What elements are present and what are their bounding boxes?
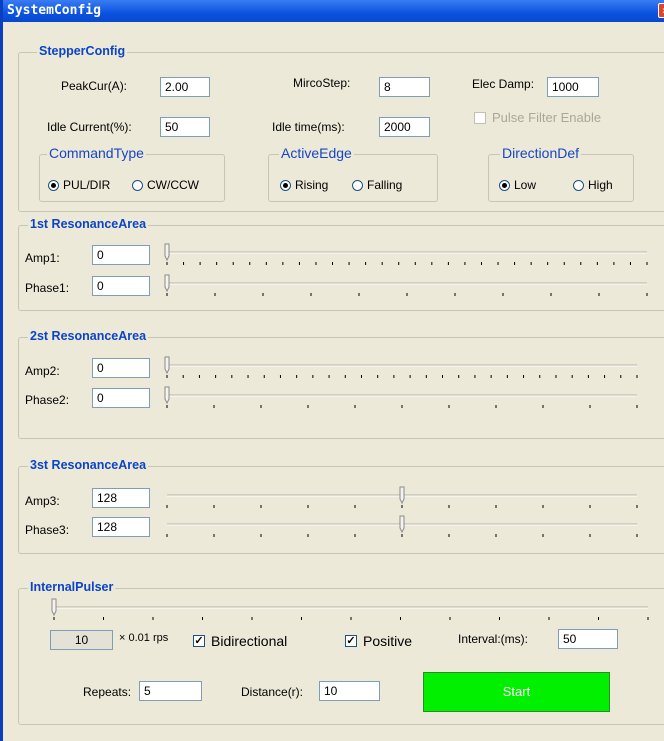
phase3-input[interactable]: 128 bbox=[92, 517, 150, 537]
rising-label: Rising bbox=[295, 178, 329, 192]
high-label: High bbox=[588, 178, 613, 192]
distance-input[interactable]: 10 bbox=[319, 681, 380, 701]
positive-checkbox[interactable]: ✓ Positive bbox=[345, 633, 412, 649]
phase1-label: Phase1: bbox=[25, 281, 70, 295]
rising-radio[interactable]: Rising bbox=[280, 178, 328, 192]
active-edge-title: ActiveEdge bbox=[279, 145, 354, 161]
amp3-label: Amp3: bbox=[25, 494, 60, 508]
pulse-filter-box bbox=[474, 111, 486, 124]
title-bar[interactable]: SystemConfig × bbox=[3, 0, 664, 22]
command-type-title: CommandType bbox=[47, 145, 146, 161]
cw-ccw-radio[interactable]: CW/CCW bbox=[132, 178, 199, 192]
amp1-label: Amp1: bbox=[25, 251, 60, 265]
peak-current-input[interactable]: 2.00 bbox=[160, 77, 210, 97]
cw-ccw-label: CW/CCW bbox=[147, 178, 199, 192]
high-radio-circle bbox=[573, 179, 584, 191]
idle-current-label: Idle Current(%): bbox=[47, 120, 132, 134]
resonance-3-title: 3st ResonanceArea bbox=[28, 458, 149, 472]
amp3-slider[interactable] bbox=[158, 486, 646, 518]
system-config-window: SystemConfig × StepperConfig PeakCur(A):… bbox=[0, 0, 664, 741]
bidirectional-box: ✓ bbox=[193, 635, 205, 647]
repeats-label: Repeats: bbox=[83, 685, 132, 699]
elec-damp-input[interactable]: 1000 bbox=[547, 77, 599, 97]
falling-radio-circle bbox=[352, 179, 363, 191]
falling-label: Falling bbox=[367, 178, 403, 192]
amp1-input[interactable]: 0 bbox=[92, 245, 150, 265]
low-label: Low bbox=[514, 178, 537, 192]
cw-ccw-radio-circle bbox=[132, 179, 143, 191]
high-radio[interactable]: High bbox=[573, 178, 613, 192]
phase1-input[interactable]: 0 bbox=[92, 276, 150, 296]
slider-thumb[interactable] bbox=[164, 386, 170, 405]
pulse-filter-label: Pulse Filter Enable bbox=[492, 110, 602, 125]
positive-label: Positive bbox=[363, 633, 413, 649]
speed-unit-label: × 0.01 rps bbox=[119, 632, 169, 644]
low-radio[interactable]: Low bbox=[499, 178, 536, 192]
slider-thumb[interactable] bbox=[164, 356, 170, 375]
slider-thumb[interactable] bbox=[51, 598, 57, 617]
amp2-input[interactable]: 0 bbox=[92, 358, 150, 378]
bidirectional-label: Bidirectional bbox=[211, 633, 288, 649]
slider-thumb[interactable] bbox=[399, 515, 405, 534]
low-radio-circle bbox=[499, 179, 510, 191]
idle-time-input[interactable]: 2000 bbox=[379, 117, 430, 137]
phase3-slider[interactable] bbox=[158, 515, 646, 547]
resonance-1-title: 1st ResonanceArea bbox=[28, 217, 149, 231]
amp3-input[interactable]: 128 bbox=[92, 488, 150, 508]
pul-dir-radio-circle bbox=[48, 179, 59, 191]
speed-value-box: 10 bbox=[50, 630, 113, 650]
idle-time-label: Idle time(ms): bbox=[272, 120, 345, 134]
amp2-slider[interactable] bbox=[158, 356, 646, 388]
speed-slider[interactable] bbox=[45, 598, 657, 630]
rising-radio-circle bbox=[280, 179, 291, 191]
interval-input[interactable]: 50 bbox=[558, 629, 618, 649]
resonance-2-title: 2st ResonanceArea bbox=[28, 329, 149, 343]
elec-damp-label: Elec Damp: bbox=[472, 77, 535, 91]
micro-step-input[interactable]: 8 bbox=[379, 77, 430, 97]
direction-def-title: DirectionDef bbox=[500, 145, 582, 161]
start-button[interactable]: Start bbox=[423, 672, 610, 712]
phase1-slider[interactable] bbox=[158, 274, 656, 306]
internal-pulser-title: InternalPulser bbox=[28, 580, 116, 594]
falling-radio[interactable]: Falling bbox=[352, 178, 402, 192]
phase2-input[interactable]: 0 bbox=[92, 388, 150, 408]
idle-current-input[interactable]: 50 bbox=[160, 117, 210, 137]
slider-thumb[interactable] bbox=[164, 243, 170, 262]
repeats-input[interactable]: 5 bbox=[139, 681, 202, 701]
bidirectional-checkbox[interactable]: ✓ Bidirectional bbox=[193, 633, 287, 649]
amp2-label: Amp2: bbox=[25, 364, 60, 378]
slider-thumb[interactable] bbox=[399, 486, 405, 505]
micro-step-label: MircoStep: bbox=[293, 76, 351, 90]
pul-dir-label: PUL/DIR bbox=[63, 178, 111, 192]
interval-label: Interval:(ms): bbox=[458, 632, 529, 646]
stepper-config-title: StepperConfig bbox=[37, 44, 128, 58]
positive-box: ✓ bbox=[345, 635, 357, 647]
pulse-filter-checkbox[interactable]: Pulse Filter Enable bbox=[474, 110, 601, 125]
phase2-label: Phase2: bbox=[25, 393, 70, 407]
pul-dir-radio[interactable]: PUL/DIR bbox=[48, 178, 110, 192]
close-button[interactable]: × bbox=[658, 3, 664, 18]
slider-thumb[interactable] bbox=[164, 274, 170, 293]
phase2-slider[interactable] bbox=[158, 386, 646, 418]
phase3-label: Phase3: bbox=[25, 523, 70, 537]
peak-current-label: PeakCur(A): bbox=[61, 79, 128, 93]
amp1-slider[interactable] bbox=[158, 243, 656, 275]
window-title: SystemConfig bbox=[7, 3, 101, 18]
distance-label: Distance(r): bbox=[241, 685, 304, 699]
